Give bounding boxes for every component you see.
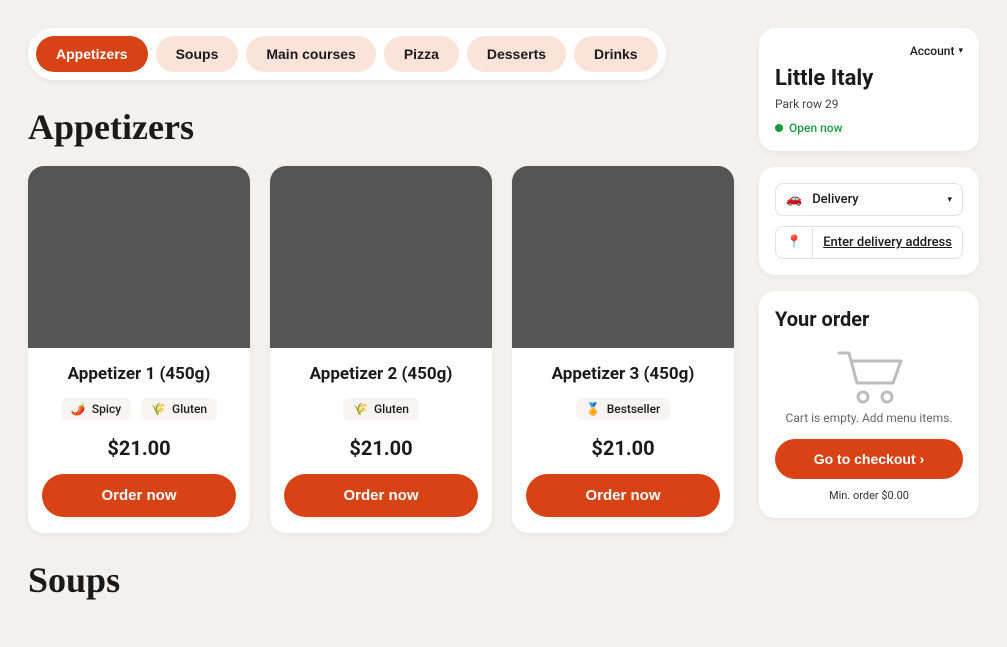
tag-label: Gluten	[172, 402, 207, 416]
chevron-down-icon: ▾	[958, 46, 963, 56]
tag-gluten: 🌾 Gluten	[343, 398, 419, 420]
tab-main-courses[interactable]: Main courses	[246, 36, 375, 72]
tab-soups[interactable]: Soups	[156, 36, 239, 72]
checkout-label: Go to checkout	[814, 451, 916, 467]
tab-desserts[interactable]: Desserts	[467, 36, 566, 72]
caret-down-icon: ▾	[947, 195, 952, 205]
order-button[interactable]: Order now	[284, 474, 478, 517]
delivery-mode-label: Delivery	[812, 192, 858, 207]
empty-cart-text: Cart is empty. Add menu items.	[775, 411, 963, 425]
delivery-address-placeholder: Enter delivery address	[813, 227, 962, 258]
item-card: Appetizer 3 (450g) 🏅 Bestseller $21.00 O…	[512, 166, 734, 533]
item-card: Appetizer 1 (450g) 🌶️ Spicy 🌾 Gluten $21…	[28, 166, 250, 533]
tag-spicy: 🌶️ Spicy	[61, 398, 131, 420]
item-title: Appetizer 3 (450g)	[552, 364, 695, 384]
item-price: $21.00	[107, 436, 170, 460]
checkout-button[interactable]: Go to checkout ›	[775, 439, 963, 479]
order-button[interactable]: Order now	[42, 474, 236, 517]
car-icon: 🚗	[786, 192, 802, 207]
tab-appetizers[interactable]: Appetizers	[36, 36, 148, 72]
restaurant-status: Open now	[775, 121, 963, 135]
item-tags: 🌶️ Spicy 🌾 Gluten	[61, 398, 217, 420]
delivery-mode-select[interactable]: 🚗 Delivery ▾	[775, 183, 963, 216]
item-title: Appetizer 1 (450g)	[68, 364, 211, 384]
tag-label: Gluten	[374, 402, 409, 416]
tag-bestseller: 🏅 Bestseller	[576, 398, 671, 420]
delivery-address-input[interactable]: 📍 Enter delivery address	[775, 226, 963, 259]
item-card: Appetizer 2 (450g) 🌾 Gluten $21.00 Order…	[270, 166, 492, 533]
category-tabs: Appetizers Soups Main courses Pizza Dess…	[28, 28, 666, 80]
restaurant-address: Park row 29	[775, 97, 963, 111]
item-image	[512, 166, 734, 348]
item-title: Appetizer 2 (450g)	[310, 364, 453, 384]
restaurant-name: Little Italy	[775, 66, 963, 91]
tag-gluten: 🌾 Gluten	[141, 398, 217, 420]
tag-label: Bestseller	[607, 402, 661, 416]
order-panel: Your order Cart is empty. Add menu items…	[759, 291, 979, 518]
section-title-appetizers: Appetizers	[28, 106, 735, 148]
section-title-soups: Soups	[28, 559, 735, 601]
account-menu[interactable]: Account ▾	[775, 44, 963, 58]
item-price: $21.00	[591, 436, 654, 460]
status-dot-icon	[775, 124, 783, 132]
item-price: $21.00	[349, 436, 412, 460]
wheat-icon: 🌾	[353, 402, 368, 416]
item-tags: 🌾 Gluten	[343, 398, 419, 420]
tag-label: Spicy	[92, 402, 121, 416]
chevron-right-icon: ›	[920, 451, 925, 467]
wheat-icon: 🌾	[151, 402, 166, 416]
pin-icon: 📍	[776, 227, 813, 258]
restaurant-panel: Account ▾ Little Italy Park row 29 Open …	[759, 28, 979, 151]
min-order-text: Min. order $0.00	[775, 489, 963, 502]
item-image	[270, 166, 492, 348]
delivery-panel: 🚗 Delivery ▾ 📍 Enter delivery address	[759, 167, 979, 275]
tab-pizza[interactable]: Pizza	[384, 36, 459, 72]
order-heading: Your order	[775, 307, 963, 331]
cart-icon	[775, 347, 963, 405]
tab-drinks[interactable]: Drinks	[574, 36, 658, 72]
item-image	[28, 166, 250, 348]
account-label: Account	[910, 44, 955, 58]
medal-icon: 🏅	[586, 402, 601, 416]
order-button[interactable]: Order now	[526, 474, 720, 517]
items-grid: Appetizer 1 (450g) 🌶️ Spicy 🌾 Gluten $21…	[28, 166, 735, 533]
chili-icon: 🌶️	[71, 402, 86, 416]
item-tags: 🏅 Bestseller	[576, 398, 671, 420]
status-text: Open now	[789, 121, 843, 135]
